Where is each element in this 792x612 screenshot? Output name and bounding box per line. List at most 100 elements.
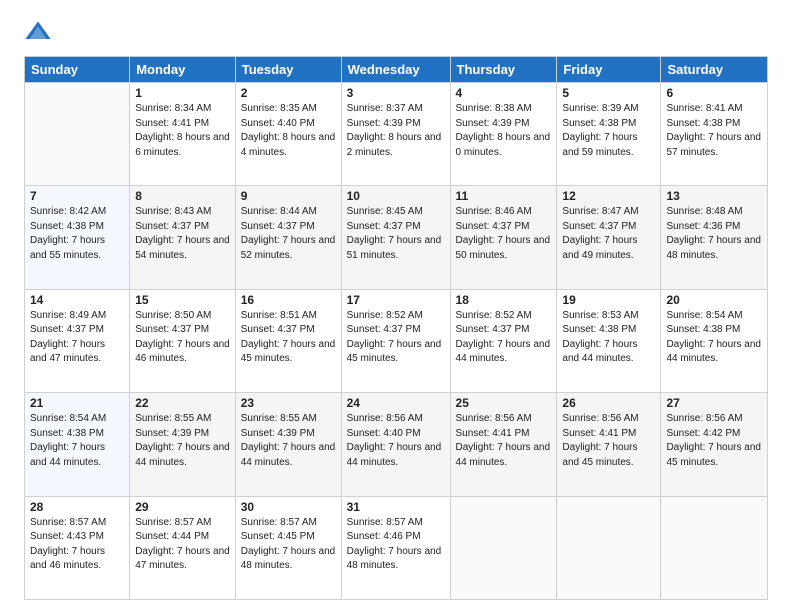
day-number: 7 [30, 189, 124, 203]
logo [24, 18, 56, 46]
calendar-cell: 31 Sunrise: 8:57 AMSunset: 4:46 PMDayligh… [341, 496, 450, 599]
weekday-header: Sunday [25, 57, 130, 83]
day-number: 19 [562, 293, 655, 307]
calendar-cell: 14 Sunrise: 8:49 AMSunset: 4:37 PMDayligh… [25, 289, 130, 392]
calendar-cell: 17Sunrise: 8:52 AMSunset: 4:37 PMDayligh… [341, 289, 450, 392]
day-info: Sunrise: 8:45 AMSunset: 4:37 PMDaylight:… [347, 205, 445, 263]
calendar-cell: 4Sunrise: 8:38 AMSunset: 4:39 PMDaylight… [450, 83, 557, 186]
weekday-header: Friday [557, 57, 661, 83]
calendar-cell: 16 Sunrise: 8:51 AMSunset: 4:37 PMDayligh… [235, 289, 341, 392]
day-number: 21 [30, 396, 124, 410]
calendar-cell: 25 Sunrise: 8:56 AMSunset: 4:41 PMDayligh… [450, 393, 557, 496]
day-info: Sunrise: 8:37 AMSunset: 4:39 PMDaylight:… [347, 102, 445, 160]
day-number: 29 [135, 500, 230, 514]
day-number: 13 [666, 189, 762, 203]
day-info: Sunrise: 8:57 AMSunset: 4:44 PMDaylight:… [135, 516, 230, 574]
day-info: Sunrise: 8:56 AMSunset: 4:41 PMDaylight:… [562, 412, 655, 470]
day-info: Sunrise: 8:39 AMSunset: 4:38 PMDaylight:… [562, 102, 655, 160]
day-number: 24 [347, 396, 445, 410]
header [24, 18, 768, 46]
day-info: Sunrise: 8:47 AMSunset: 4:37 PMDaylight:… [562, 205, 655, 263]
day-number: 26 [562, 396, 655, 410]
calendar-cell: 21 Sunrise: 8:54 AMSunset: 4:38 PMDayligh… [25, 393, 130, 496]
day-info: Sunrise: 8:44 AMSunset: 4:37 PMDaylight:… [241, 205, 336, 263]
day-info: Sunrise: 8:54 AMSunset: 4:38 PMDaylight:… [30, 412, 124, 470]
calendar-cell: 19 Sunrise: 8:53 AMSunset: 4:38 PMDayligh… [557, 289, 661, 392]
day-info: Sunrise: 8:34 AMSunset: 4:41 PMDaylight:… [135, 102, 230, 160]
logo-icon [24, 18, 52, 46]
day-number: 27 [666, 396, 762, 410]
calendar-cell: 12Sunrise: 8:47 AMSunset: 4:37 PMDayligh… [557, 186, 661, 289]
day-info: Sunrise: 8:54 AMSunset: 4:38 PMDaylight:… [666, 309, 762, 367]
day-info: Sunrise: 8:57 AMSunset: 4:46 PMDaylight:… [347, 516, 445, 574]
weekday-header: Monday [130, 57, 236, 83]
day-number: 28 [30, 500, 124, 514]
day-info: Sunrise: 8:35 AMSunset: 4:40 PMDaylight:… [241, 102, 336, 160]
day-number: 25 [456, 396, 552, 410]
day-info: Sunrise: 8:56 AMSunset: 4:41 PMDaylight:… [456, 412, 552, 470]
calendar-cell: 23 Sunrise: 8:55 AMSunset: 4:39 PMDayligh… [235, 393, 341, 496]
calendar-cell: 1 Sunrise: 8:34 AMSunset: 4:41 PMDaylight… [130, 83, 236, 186]
day-info: Sunrise: 8:41 AMSunset: 4:38 PMDaylight:… [666, 102, 762, 160]
day-number: 23 [241, 396, 336, 410]
day-number: 11 [456, 189, 552, 203]
day-info: Sunrise: 8:51 AMSunset: 4:37 PMDaylight:… [241, 309, 336, 367]
calendar-week-row: 28 Sunrise: 8:57 AMSunset: 4:43 PMDayligh… [25, 496, 768, 599]
calendar-week-row: 14 Sunrise: 8:49 AMSunset: 4:37 PMDayligh… [25, 289, 768, 392]
weekday-header: Tuesday [235, 57, 341, 83]
calendar-cell: 5 Sunrise: 8:39 AMSunset: 4:38 PMDaylight… [557, 83, 661, 186]
calendar-cell: 22Sunrise: 8:55 AMSunset: 4:39 PMDayligh… [130, 393, 236, 496]
day-number: 18 [456, 293, 552, 307]
calendar-cell: 2 Sunrise: 8:35 AMSunset: 4:40 PMDaylight… [235, 83, 341, 186]
day-info: Sunrise: 8:48 AMSunset: 4:36 PMDaylight:… [666, 205, 762, 263]
calendar-cell [450, 496, 557, 599]
weekday-header: Thursday [450, 57, 557, 83]
calendar-cell: 30Sunrise: 8:57 AMSunset: 4:45 PMDayligh… [235, 496, 341, 599]
calendar-header-row: SundayMondayTuesdayWednesdayThursdayFrid… [25, 57, 768, 83]
calendar-cell: 15 Sunrise: 8:50 AMSunset: 4:37 PMDayligh… [130, 289, 236, 392]
day-number: 16 [241, 293, 336, 307]
day-info: Sunrise: 8:57 AMSunset: 4:43 PMDaylight:… [30, 516, 124, 574]
day-number: 15 [135, 293, 230, 307]
calendar-cell: 24 Sunrise: 8:56 AMSunset: 4:40 PMDayligh… [341, 393, 450, 496]
calendar-cell: 18 Sunrise: 8:52 AMSunset: 4:37 PMDayligh… [450, 289, 557, 392]
day-info: Sunrise: 8:53 AMSunset: 4:38 PMDaylight:… [562, 309, 655, 367]
day-number: 17 [347, 293, 445, 307]
day-number: 31 [347, 500, 445, 514]
calendar-table: SundayMondayTuesdayWednesdayThursdayFrid… [24, 56, 768, 600]
calendar-cell: 7Sunrise: 8:42 AMSunset: 4:38 PMDaylight… [25, 186, 130, 289]
calendar-week-row: 1 Sunrise: 8:34 AMSunset: 4:41 PMDaylight… [25, 83, 768, 186]
weekday-header: Wednesday [341, 57, 450, 83]
calendar-cell: 27 Sunrise: 8:56 AMSunset: 4:42 PMDayligh… [661, 393, 768, 496]
calendar-cell: 10 Sunrise: 8:45 AMSunset: 4:37 PMDayligh… [341, 186, 450, 289]
weekday-header: Saturday [661, 57, 768, 83]
day-info: Sunrise: 8:56 AMSunset: 4:42 PMDaylight:… [666, 412, 762, 470]
day-number: 10 [347, 189, 445, 203]
day-number: 8 [135, 189, 230, 203]
day-info: Sunrise: 8:52 AMSunset: 4:37 PMDaylight:… [456, 309, 552, 367]
day-number: 14 [30, 293, 124, 307]
day-number: 5 [562, 86, 655, 100]
day-info: Sunrise: 8:55 AMSunset: 4:39 PMDaylight:… [241, 412, 336, 470]
calendar-cell: 20 Sunrise: 8:54 AMSunset: 4:38 PMDayligh… [661, 289, 768, 392]
day-number: 9 [241, 189, 336, 203]
calendar-cell [661, 496, 768, 599]
calendar-cell: 9 Sunrise: 8:44 AMSunset: 4:37 PMDaylight… [235, 186, 341, 289]
day-info: Sunrise: 8:57 AMSunset: 4:45 PMDaylight:… [241, 516, 336, 574]
calendar-cell [557, 496, 661, 599]
day-number: 6 [666, 86, 762, 100]
day-info: Sunrise: 8:50 AMSunset: 4:37 PMDaylight:… [135, 309, 230, 367]
day-number: 20 [666, 293, 762, 307]
day-number: 2 [241, 86, 336, 100]
day-number: 3 [347, 86, 445, 100]
day-info: Sunrise: 8:46 AMSunset: 4:37 PMDaylight:… [456, 205, 552, 263]
calendar-cell: 13 Sunrise: 8:48 AMSunset: 4:36 PMDayligh… [661, 186, 768, 289]
day-info: Sunrise: 8:38 AMSunset: 4:39 PMDaylight:… [456, 102, 552, 160]
day-info: Sunrise: 8:55 AMSunset: 4:39 PMDaylight:… [135, 412, 230, 470]
calendar-week-row: 21 Sunrise: 8:54 AMSunset: 4:38 PMDayligh… [25, 393, 768, 496]
day-number: 1 [135, 86, 230, 100]
day-info: Sunrise: 8:56 AMSunset: 4:40 PMDaylight:… [347, 412, 445, 470]
day-info: Sunrise: 8:49 AMSunset: 4:37 PMDaylight:… [30, 309, 124, 367]
day-info: Sunrise: 8:43 AMSunset: 4:37 PMDaylight:… [135, 205, 230, 263]
calendar-cell: 26 Sunrise: 8:56 AMSunset: 4:41 PMDayligh… [557, 393, 661, 496]
